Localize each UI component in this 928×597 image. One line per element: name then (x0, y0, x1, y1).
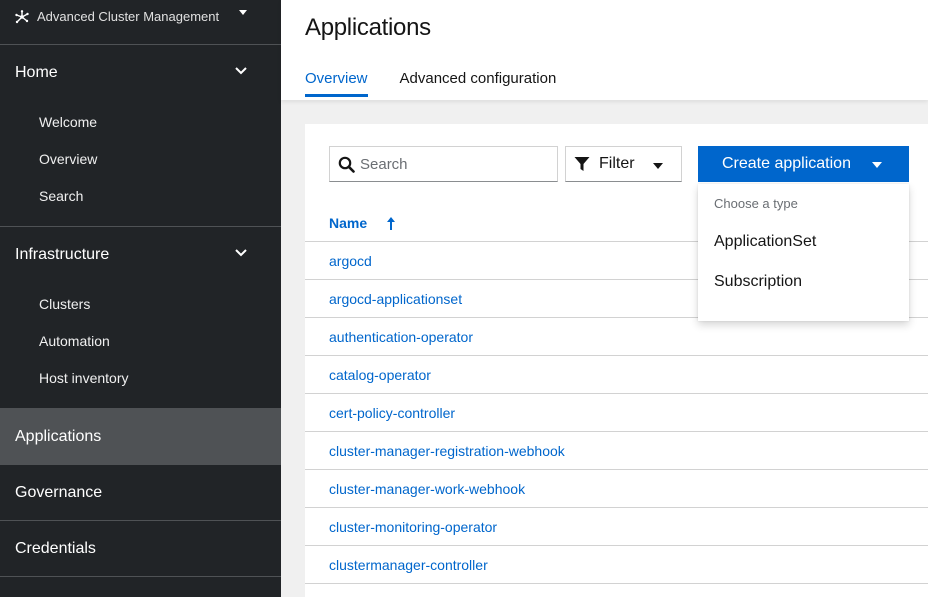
nav-group-label: Infrastructure (15, 246, 110, 263)
cluster-management-icon (15, 10, 29, 24)
perspective-switcher[interactable]: Advanced Cluster Management (0, 0, 281, 45)
table-row: catalog-operator (305, 356, 928, 394)
nav-group-label: Home (15, 64, 58, 81)
page-title: Applications (305, 14, 431, 41)
application-link[interactable]: authentication-operator (329, 329, 473, 345)
chevron-down-icon (235, 249, 247, 257)
application-link[interactable]: cluster-manager-work-webhook (329, 481, 525, 497)
nav-item-governance[interactable]: Governance (0, 465, 281, 521)
create-application-menu: Choose a type ApplicationSet Subscriptio… (698, 184, 909, 321)
menu-group-label: Choose a type (714, 196, 798, 211)
search-input[interactable] (360, 147, 550, 181)
nav-item-automation[interactable]: Automation (0, 322, 281, 359)
table-row: clustermanager-controller (305, 546, 928, 584)
create-application-label: Create application (722, 155, 851, 172)
search-box (329, 146, 558, 182)
application-link[interactable]: cluster-monitoring-operator (329, 519, 497, 535)
table-row: cluster-monitoring-operator (305, 508, 928, 546)
nav-group-home: Home Welcome Overview Search (0, 45, 281, 227)
nav-group-infrastructure: Infrastructure Clusters Automation Host … (0, 227, 281, 409)
chevron-down-icon (235, 67, 247, 75)
column-header-name[interactable]: Name (329, 215, 367, 231)
nav-item-applications[interactable]: Applications (0, 409, 281, 465)
application-link[interactable]: clustermanager-controller (329, 557, 488, 573)
caret-down-icon (653, 163, 663, 169)
menu-item-applicationset[interactable]: ApplicationSet (698, 222, 909, 262)
caret-down-icon (872, 162, 882, 168)
table-toolbar: Filter Create application (329, 146, 928, 182)
filter-icon (574, 157, 590, 171)
caret-down-icon (239, 10, 247, 15)
page-header: Applications Overview Advanced configura… (281, 0, 928, 100)
application-link[interactable]: cert-policy-controller (329, 405, 455, 421)
nav-toggle-infrastructure[interactable]: Infrastructure (0, 227, 281, 283)
nav-item-clusters[interactable]: Clusters (0, 285, 281, 322)
nav-item-welcome[interactable]: Welcome (0, 103, 281, 140)
sidebar-nav: Advanced Cluster Management Home Welcome… (0, 0, 281, 597)
nav-item-host-inventory[interactable]: Host inventory (0, 359, 281, 396)
table-row: cert-policy-controller (305, 394, 928, 432)
tab-advanced-configuration[interactable]: Advanced configuration (400, 70, 557, 97)
search-icon (338, 156, 355, 173)
table-row: cluster-manager-registration-webhook (305, 432, 928, 470)
nav-item-overview[interactable]: Overview (0, 140, 281, 177)
application-link[interactable]: argocd-applicationset (329, 291, 462, 307)
menu-item-subscription[interactable]: Subscription (698, 262, 909, 302)
table-row: authentication-operator (305, 318, 928, 356)
filter-label: Filter (599, 155, 635, 172)
application-link[interactable]: catalog-operator (329, 367, 431, 383)
application-link[interactable]: cluster-manager-registration-webhook (329, 443, 565, 459)
nav-item-credentials[interactable]: Credentials (0, 521, 281, 577)
tab-bar: Overview Advanced configuration (305, 70, 588, 97)
nav-toggle-home[interactable]: Home (0, 45, 281, 101)
nav-item-search[interactable]: Search (0, 177, 281, 214)
filter-dropdown[interactable]: Filter (565, 146, 682, 182)
switcher-label: Advanced Cluster Management (37, 9, 220, 24)
sort-ascending-icon[interactable] (385, 216, 397, 231)
application-link[interactable]: argocd (329, 253, 372, 269)
table-row: cluster-manager-work-webhook (305, 470, 928, 508)
tab-overview[interactable]: Overview (305, 70, 368, 97)
create-application-button[interactable]: Create application (698, 146, 909, 182)
